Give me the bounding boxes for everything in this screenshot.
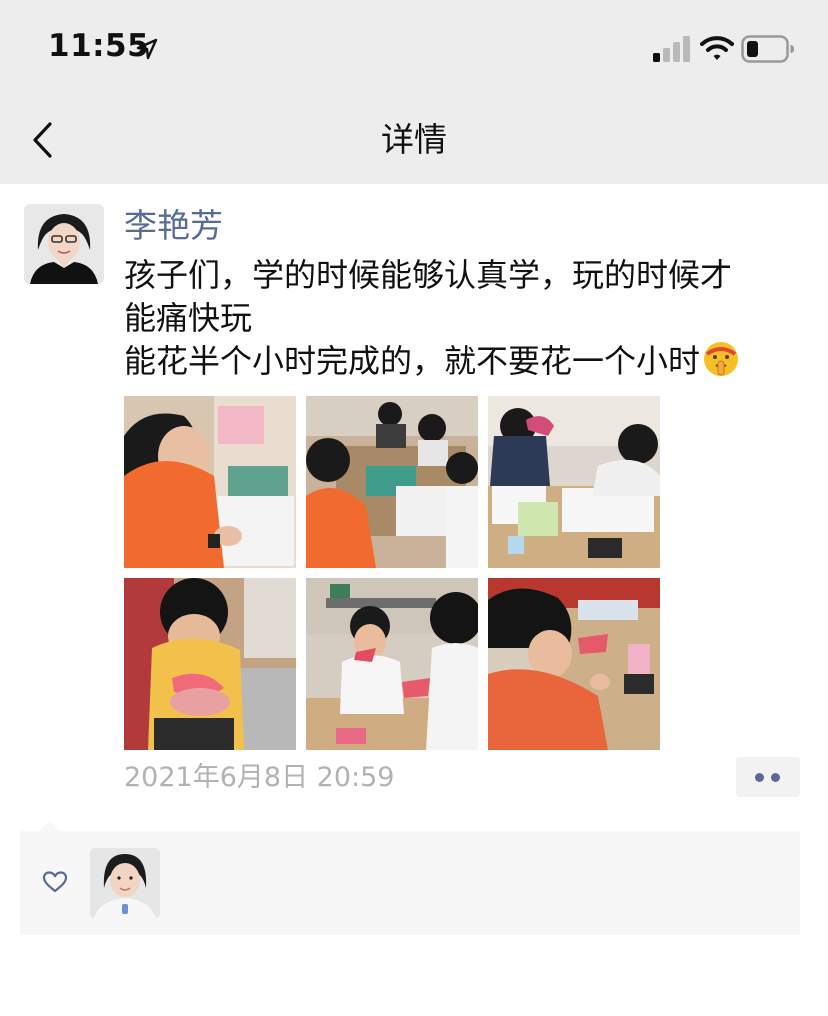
more-dots-icon xyxy=(771,773,780,782)
author-avatar[interactable] xyxy=(24,204,104,284)
post-text-line-content: 能花半个小时完成的，就不要花一个小时 xyxy=(124,342,701,380)
author-name[interactable]: 李艳芳 xyxy=(124,202,223,250)
location-arrow-icon xyxy=(136,38,158,60)
photo-image xyxy=(306,396,478,568)
post-text-line: 能痛快玩 xyxy=(124,299,253,337)
photo-image xyxy=(124,396,296,568)
post-photo-6[interactable] xyxy=(488,578,660,750)
photo-image xyxy=(488,396,660,568)
post-photo-3[interactable] xyxy=(488,396,660,568)
post-photo-5[interactable] xyxy=(306,578,478,750)
wifi-icon xyxy=(700,36,734,60)
more-actions-button[interactable] xyxy=(736,757,800,797)
battery-icon xyxy=(741,35,794,63)
status-time: 11:55 xyxy=(48,28,150,64)
page-title: 详情 xyxy=(381,120,447,159)
post-photo-4[interactable] xyxy=(124,578,296,750)
photo-image xyxy=(306,578,478,750)
post-photo-1[interactable] xyxy=(124,396,296,568)
photo-image xyxy=(124,578,296,750)
post-text-line: 能花半个小时完成的，就不要花一个小时 xyxy=(124,340,804,383)
photo-image xyxy=(488,578,660,750)
liker-avatar-image xyxy=(90,848,160,918)
heart-outline-icon xyxy=(42,871,68,893)
top-bar: 11:55 详情 xyxy=(0,0,828,184)
post-text-line: 孩子们，学的时候能够认真学，玩的时候才 xyxy=(124,256,733,294)
shushing-face-emoji-icon xyxy=(704,342,739,376)
post-photo-2[interactable] xyxy=(306,396,478,568)
liker-avatar[interactable] xyxy=(90,848,160,918)
author-avatar-image xyxy=(24,204,104,284)
post-timestamp: 2021年6月8日 20:59 xyxy=(124,762,395,793)
moments-detail-screen: 11:55 详情 李艳芳 孩子们，学的时候能够认真学，玩的时候才 能痛快玩 能花… xyxy=(0,0,828,1016)
more-dots-icon xyxy=(755,773,764,782)
post-text: 孩子们，学的时候能够认真学，玩的时候才 能痛快玩 能花半个小时完成的，就不要花一… xyxy=(124,254,804,383)
cellular-signal-icon xyxy=(653,36,690,62)
